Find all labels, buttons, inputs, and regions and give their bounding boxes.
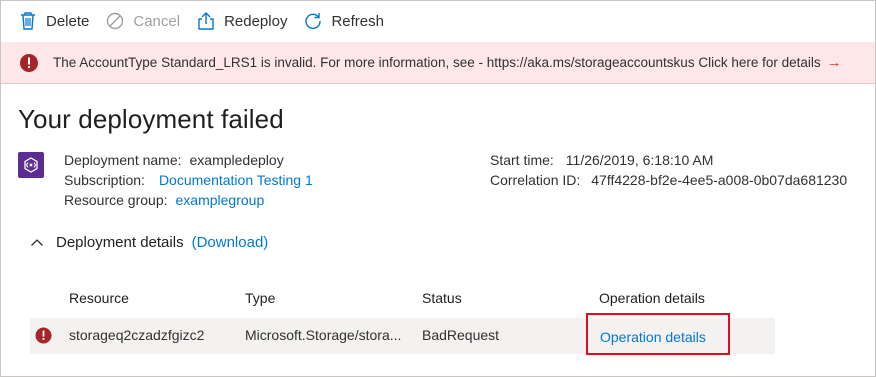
column-header-resource: Resource — [69, 290, 129, 306]
page-title: Your deployment failed — [18, 104, 284, 134]
refresh-icon — [303, 11, 323, 31]
error-message[interactable]: The AccountType Standard_LRS1 is invalid… — [53, 55, 821, 70]
upload-icon — [196, 11, 216, 31]
highlight-box — [586, 313, 730, 355]
start-time-row: Start time: 11/26/2019, 6:18:10 AM — [490, 150, 847, 170]
column-header-status: Status — [422, 290, 462, 306]
chevron-up-icon[interactable] — [30, 236, 44, 250]
command-bar: Delete Cancel Redeploy Refresh — [0, 0, 874, 42]
refresh-button[interactable]: Refresh — [303, 11, 384, 31]
error-icon — [19, 53, 39, 73]
column-header-type: Type — [245, 290, 276, 306]
error-icon — [35, 327, 52, 344]
correlation-value: 47ff4228-bf2e-4ee5-a008-0b07da681230 — [591, 172, 848, 188]
resource-cell: storageq2czadzfgizc2 — [69, 327, 205, 343]
download-link[interactable]: (Download) — [192, 234, 269, 251]
cancel-button[interactable]: Cancel — [105, 11, 180, 31]
correlation-row: Correlation ID: 47ff4228-bf2e-4ee5-a008-0… — [490, 170, 847, 190]
resource-group-link[interactable]: examplegroup — [176, 192, 265, 208]
deployment-details-toggle[interactable]: Deployment details (Download) — [30, 234, 268, 251]
deployment-details-label: Deployment details — [56, 234, 184, 251]
redeploy-label: Redeploy — [224, 12, 288, 30]
subscription-label: Subscription: — [64, 172, 145, 188]
refresh-label: Refresh — [331, 12, 384, 30]
deployment-meta: Start time: 11/26/2019, 6:18:10 AM Correl… — [490, 150, 847, 190]
subscription-link[interactable]: Documentation Testing 1 — [159, 172, 313, 188]
redeploy-button[interactable]: Redeploy — [196, 11, 287, 31]
column-header-operation-details: Operation details — [599, 290, 705, 306]
subscription-row: Subscription: Documentation Testing 1 — [64, 170, 313, 190]
start-time-label: Start time: — [490, 152, 554, 168]
deployment-info: Deployment name: exampledeploy Subscripti… — [64, 150, 313, 210]
deployment-template-icon — [18, 152, 44, 178]
trash-icon — [18, 11, 38, 31]
arrow-right-icon[interactable]: → — [827, 54, 842, 71]
start-time-value: 11/26/2019, 6:18:10 AM — [565, 152, 714, 168]
delete-label: Delete — [46, 12, 90, 30]
correlation-label: Correlation ID: — [490, 172, 581, 188]
type-cell: Microsoft.Storage/stora... — [245, 327, 402, 343]
error-banner[interactable]: The AccountType Standard_LRS1 is invalid… — [1, 42, 875, 84]
table-header: Resource Type Status Operation details — [30, 290, 775, 310]
deployment-name-value: exampledeploy — [189, 152, 284, 168]
resource-group-label: Resource group: — [64, 192, 168, 208]
deployment-name-row: Deployment name: exampledeploy — [64, 150, 313, 170]
resource-group-row: Resource group: examplegroup — [64, 190, 313, 210]
deployment-name-label: Deployment name: — [64, 152, 182, 168]
cancel-icon — [105, 11, 125, 31]
cancel-label: Cancel — [133, 12, 181, 30]
status-cell: BadRequest — [422, 327, 500, 343]
delete-button[interactable]: Delete — [18, 11, 89, 31]
